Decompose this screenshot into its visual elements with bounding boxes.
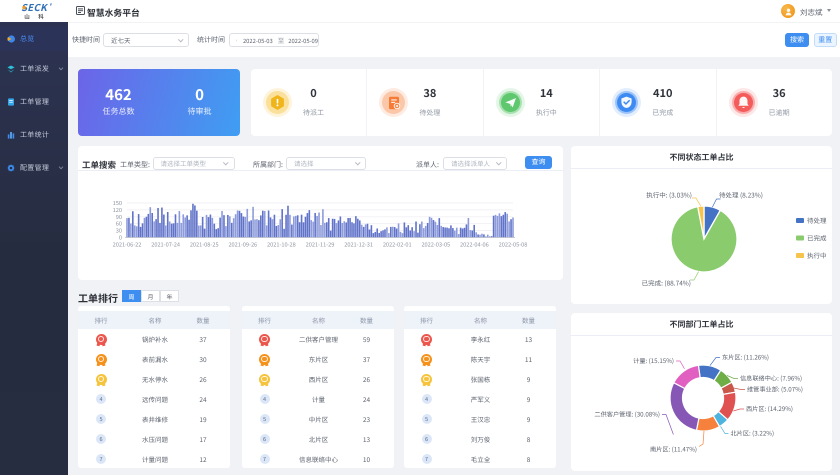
- svg-text:北片区: (3.22%): 北片区: (3.22%): [731, 429, 775, 438]
- svg-text:2022-04-06: 2022-04-06: [460, 241, 489, 249]
- svg-text:2021-12-31: 2021-12-31: [344, 241, 373, 249]
- svg-text:2022-03-05: 2022-03-05: [421, 241, 450, 249]
- svg-text:科: 科: [38, 13, 44, 21]
- svg-text:待处理 (8.23%): 待处理 (8.23%): [719, 190, 763, 200]
- svg-text:已完成: 已完成: [807, 233, 827, 243]
- svg-text:西片区: (14.29%): 西片区: (14.29%): [746, 404, 793, 413]
- svg-text:2022-05-08: 2022-05-08: [499, 241, 528, 249]
- svg-text:东片区: (11.26%): 东片区: (11.26%): [722, 353, 769, 362]
- svg-text:计量: (15.15%): 计量: (15.15%): [633, 356, 674, 365]
- svg-text:执行中: 执行中: [807, 250, 827, 260]
- svg-text:2021-07-24: 2021-07-24: [151, 241, 180, 249]
- svg-text:维管事业部: (5.07%): 维管事业部: (5.07%): [747, 385, 803, 394]
- svg-text:南片区: (11.47%): 南片区: (11.47%): [650, 445, 697, 454]
- svg-text:已完成: (88.74%): 已完成: (88.74%): [642, 278, 691, 288]
- svg-text:2021-09-26: 2021-09-26: [228, 241, 257, 249]
- svg-text:2021-08-25: 2021-08-25: [190, 241, 219, 249]
- svg-text:2022-02-01: 2022-02-01: [383, 241, 412, 249]
- svg-text:信息联络中心: (7.96%): 信息联络中心: (7.96%): [740, 374, 802, 383]
- svg-text:2021-10-28: 2021-10-28: [267, 241, 296, 249]
- svg-text:2021-11-29: 2021-11-29: [306, 241, 335, 249]
- svg-text:执行中: (3.03%): 执行中: (3.03%): [646, 190, 692, 200]
- svg-text:2021-06-22: 2021-06-22: [113, 241, 142, 249]
- svg-text:二供客户管理: (30.08%): 二供客户管理: (30.08%): [594, 410, 660, 419]
- svg-text:待处理: 待处理: [807, 215, 827, 225]
- svg-text:山: 山: [24, 13, 30, 21]
